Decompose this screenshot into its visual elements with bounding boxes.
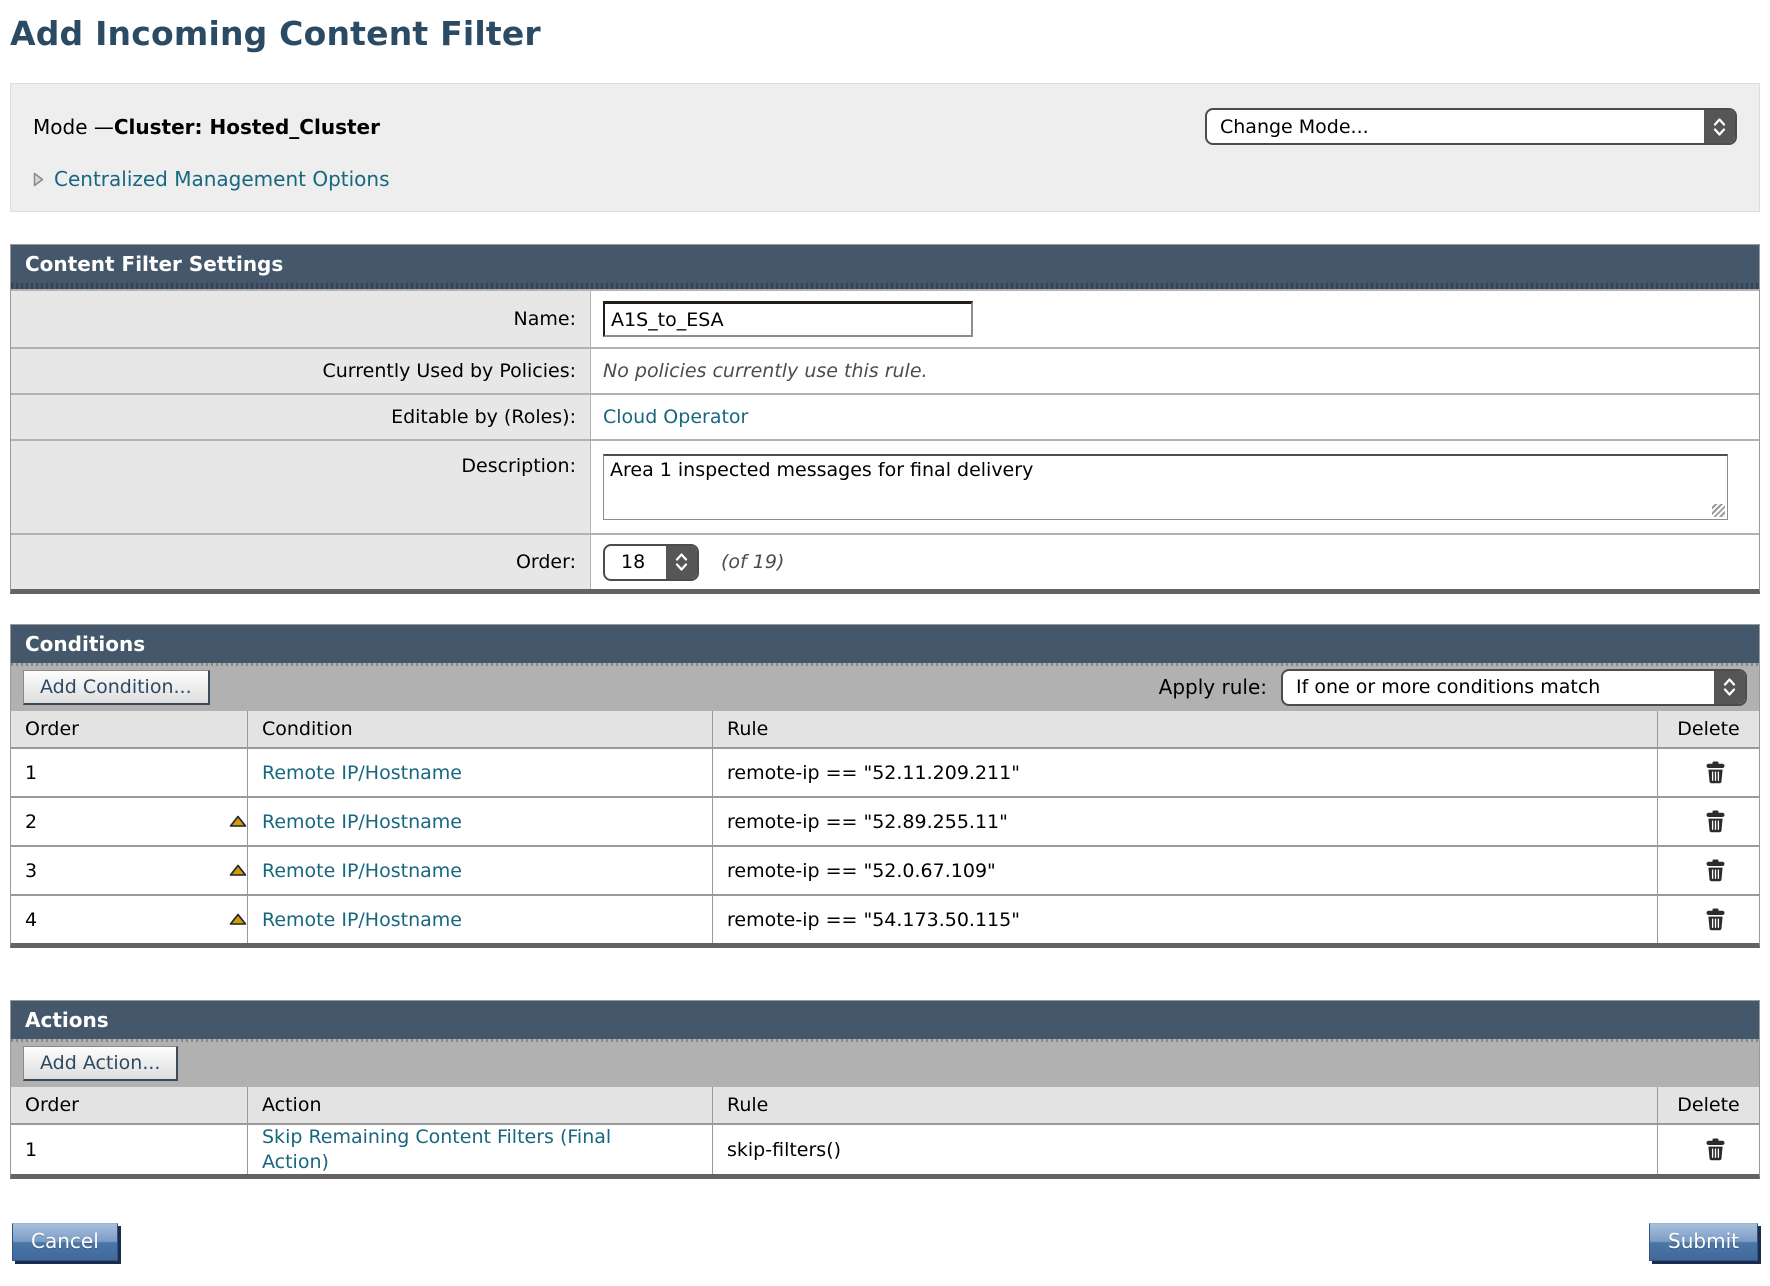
column-header-rule: Rule	[712, 711, 1657, 747]
trash-icon[interactable]	[1705, 859, 1726, 882]
delete-cell	[1657, 749, 1759, 796]
conditions-toolbar: Add Condition... Apply rule: If one or m…	[11, 663, 1759, 711]
column-header-delete: Delete	[1657, 1087, 1759, 1123]
condition-cell: Remote IP/Hostname	[247, 798, 712, 845]
disclosure-triangle-icon[interactable]	[33, 172, 44, 187]
rule-cell: remote-ip == "52.11.209.211"	[712, 749, 1657, 796]
select-stepper-icon	[666, 546, 697, 579]
select-stepper-icon	[1704, 110, 1735, 143]
change-mode-select-value: Change Mode...	[1207, 116, 1369, 138]
page-title: Add Incoming Content Filter	[10, 14, 1760, 53]
conditions-section-header: Conditions	[11, 625, 1759, 663]
rule-cell: skip-filters()	[712, 1125, 1657, 1174]
rule-cell: remote-ip == "52.0.67.109"	[712, 847, 1657, 894]
description-textarea[interactable]: Area 1 inspected messages for final deli…	[603, 454, 1728, 520]
condition-cell: Remote IP/Hostname	[247, 847, 712, 894]
apply-rule-select[interactable]: If one or more conditions match	[1281, 669, 1747, 706]
column-header-order: Order	[11, 711, 247, 747]
trash-icon[interactable]	[1705, 1138, 1726, 1161]
delete-cell	[1657, 798, 1759, 845]
action-row-order: 1	[11, 1125, 247, 1174]
action-link[interactable]: Skip Remaining Content Filters (Final Ac…	[262, 1125, 662, 1174]
order-select-value: 18	[605, 551, 645, 573]
policies-value: No policies currently use this rule.	[603, 360, 928, 382]
description-label: Description:	[11, 441, 591, 533]
delete-cell	[1657, 896, 1759, 943]
mode-value: Cluster: Hosted_Cluster	[114, 115, 380, 139]
move-up-icon[interactable]	[229, 913, 247, 926]
actions-toolbar: Add Action...	[11, 1039, 1759, 1087]
actions-section-header: Actions	[11, 1001, 1759, 1039]
rule-cell: remote-ip == "54.173.50.115"	[712, 896, 1657, 943]
condition-row-order: 1	[11, 749, 247, 796]
order-number: 3	[25, 860, 37, 882]
move-up-icon[interactable]	[229, 815, 247, 828]
move-up-icon[interactable]	[229, 864, 247, 877]
column-header-action: Action	[247, 1087, 712, 1123]
apply-rule-label: Apply rule:	[1159, 675, 1267, 699]
actions-panel: Actions Add Action... Order Action Rule …	[10, 1000, 1760, 1179]
submit-button[interactable]: Submit	[1649, 1223, 1758, 1261]
apply-rule-select-value: If one or more conditions match	[1283, 676, 1600, 698]
conditions-table: Order Condition Rule Delete 1 Remote IP/…	[11, 711, 1759, 943]
name-input[interactable]	[603, 301, 973, 337]
add-condition-button[interactable]: Add Condition...	[23, 670, 210, 705]
rule-cell: remote-ip == "52.89.255.11"	[712, 798, 1657, 845]
order-number: 1	[25, 762, 37, 784]
delete-cell	[1657, 847, 1759, 894]
footer-bar: Cancel Submit	[10, 1223, 1760, 1261]
order-select[interactable]: 18	[603, 544, 699, 581]
editable-roles-link[interactable]: Cloud Operator	[603, 406, 748, 428]
condition-link[interactable]: Remote IP/Hostname	[262, 811, 462, 833]
column-header-rule: Rule	[712, 1087, 1657, 1123]
condition-row-order: 2	[11, 798, 247, 845]
mode-text: Mode —Cluster: Hosted_Cluster	[33, 115, 380, 139]
mode-label: Mode —	[33, 115, 114, 139]
delete-cell	[1657, 1125, 1759, 1174]
conditions-panel: Conditions Add Condition... Apply rule: …	[10, 624, 1760, 948]
condition-cell: Remote IP/Hostname	[247, 749, 712, 796]
order-total-note: (of 19)	[721, 551, 784, 573]
settings-section-header: Content Filter Settings	[11, 245, 1759, 283]
change-mode-select[interactable]: Change Mode...	[1205, 108, 1737, 145]
order-number: 1	[25, 1139, 37, 1161]
centralized-management-options-link[interactable]: Centralized Management Options	[54, 167, 390, 191]
cancel-button[interactable]: Cancel	[12, 1223, 118, 1261]
condition-link[interactable]: Remote IP/Hostname	[262, 860, 462, 882]
editable-roles-label: Editable by (Roles):	[11, 395, 591, 439]
condition-cell: Remote IP/Hostname	[247, 896, 712, 943]
mode-panel: Mode —Cluster: Hosted_Cluster Change Mod…	[10, 83, 1760, 212]
trash-icon[interactable]	[1705, 908, 1726, 931]
order-number: 2	[25, 811, 37, 833]
name-label: Name:	[11, 291, 591, 347]
condition-row-order: 4	[11, 896, 247, 943]
action-cell: Skip Remaining Content Filters (Final Ac…	[247, 1125, 712, 1174]
actions-table: Order Action Rule Delete 1 Skip Remainin…	[11, 1087, 1759, 1174]
trash-icon[interactable]	[1705, 810, 1726, 833]
condition-link[interactable]: Remote IP/Hostname	[262, 762, 462, 784]
column-header-delete: Delete	[1657, 711, 1759, 747]
select-stepper-icon	[1714, 671, 1745, 704]
order-label: Order:	[11, 535, 591, 589]
order-number: 4	[25, 909, 37, 931]
column-header-order: Order	[11, 1087, 247, 1123]
column-header-condition: Condition	[247, 711, 712, 747]
condition-row-order: 3	[11, 847, 247, 894]
condition-link[interactable]: Remote IP/Hostname	[262, 909, 462, 931]
add-action-button[interactable]: Add Action...	[23, 1046, 178, 1081]
trash-icon[interactable]	[1705, 761, 1726, 784]
content-filter-settings-panel: Content Filter Settings Name: Currently …	[10, 244, 1760, 594]
policies-label: Currently Used by Policies:	[11, 349, 591, 393]
